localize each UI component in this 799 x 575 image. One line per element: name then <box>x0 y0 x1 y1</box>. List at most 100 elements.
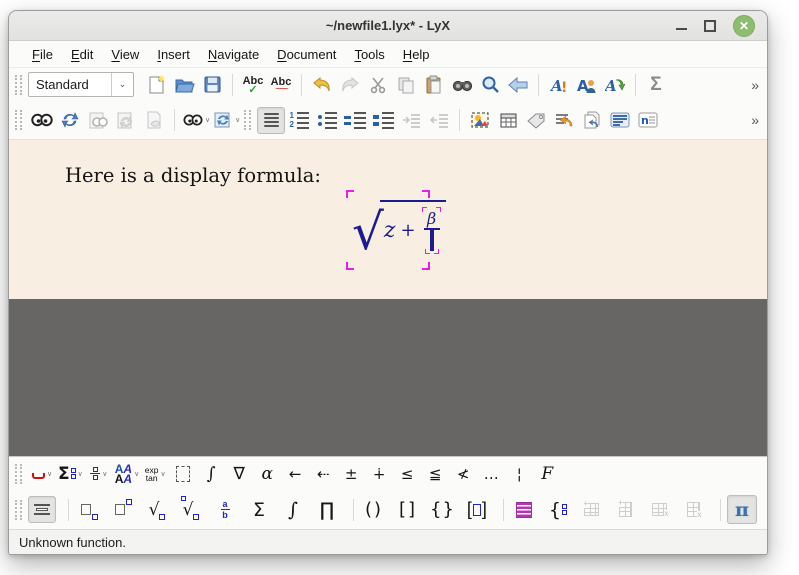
delete-row-button[interactable]: x <box>646 496 674 523</box>
insert-nabla-button[interactable]: ∇ <box>225 460 253 487</box>
spellcheck-button[interactable]: Abc ✓ <box>239 71 267 98</box>
insert-nomenclature-button[interactable]: n <box>634 107 662 134</box>
view-button[interactable] <box>28 107 56 134</box>
insert-ldots-button[interactable]: … <box>477 460 505 487</box>
navigate-back-button[interactable] <box>504 71 532 98</box>
insert-citation-button[interactable] <box>578 107 606 134</box>
insert-delimiters-button[interactable]: [] <box>463 496 491 523</box>
toolbar-grip[interactable] <box>15 464 22 484</box>
close-button[interactable]: ✕ <box>733 15 755 37</box>
insert-graphics-button[interactable] <box>466 107 494 134</box>
minimize-button[interactable] <box>676 28 687 30</box>
layout-standard-button[interactable] <box>257 107 285 134</box>
insert-int-button[interactable]: ∫ <box>279 496 307 523</box>
open-document-button[interactable] <box>170 71 198 98</box>
insert-plusminus-button[interactable]: ± <box>337 460 365 487</box>
undo-button[interactable] <box>308 71 336 98</box>
menu-view[interactable]: View <box>102 44 148 65</box>
fraction-numerator[interactable]: β <box>424 209 439 227</box>
insert-index-entry-button[interactable] <box>606 107 634 134</box>
maximize-button[interactable] <box>704 20 716 32</box>
menu-help[interactable]: Help <box>394 44 439 65</box>
toolbar-grip[interactable] <box>15 75 22 95</box>
find-replace-button[interactable] <box>476 71 504 98</box>
subscript-button[interactable] <box>75 496 103 523</box>
insert-notless-button[interactable]: ≮ <box>449 460 477 487</box>
document-canvas[interactable]: Here is a display formula: √ z + β <box>9 139 767 299</box>
insert-leftarrow-button[interactable]: ← <box>281 460 309 487</box>
save-document-button[interactable] <box>198 71 226 98</box>
insert-leq-button[interactable]: ≤ <box>393 460 421 487</box>
menu-document[interactable]: Document <box>268 44 345 65</box>
combo-chevron-icon[interactable]: ⌄ <box>111 73 133 96</box>
insert-parens-button[interactable]: () <box>360 496 388 523</box>
update-master-button[interactable] <box>112 107 140 134</box>
insert-braces-button[interactable]: {} <box>428 496 457 523</box>
copy-button[interactable] <box>392 71 420 98</box>
document-void-area[interactable] <box>9 299 767 456</box>
add-row-button[interactable]: + <box>578 496 606 523</box>
menu-edit[interactable]: Edit <box>62 44 102 65</box>
toolbar-overflow-button[interactable]: » <box>747 112 763 128</box>
insert-sum-button[interactable]: Σ <box>245 496 273 523</box>
math-fraction[interactable]: β <box>421 207 443 254</box>
fraction-styles-dropdown[interactable]: ∨ <box>85 460 113 487</box>
update-button[interactable] <box>56 107 84 134</box>
insert-mathcal-f-button[interactable]: F <box>533 460 561 487</box>
insert-mbox-button[interactable] <box>169 460 197 487</box>
insert-cross-reference-button[interactable] <box>550 107 578 134</box>
toolbar-grip[interactable] <box>15 500 22 520</box>
menu-insert[interactable]: Insert <box>148 44 199 65</box>
insert-matrix-button[interactable] <box>510 496 538 523</box>
numbered-list-button[interactable]: 12 <box>285 107 313 134</box>
description-list-button[interactable] <box>341 107 369 134</box>
toolbar-grip[interactable] <box>15 110 22 130</box>
decrease-depth-button[interactable] <box>425 107 453 134</box>
increase-depth-button[interactable] <box>397 107 425 134</box>
math-panel-toggle[interactable]: π <box>727 495 757 524</box>
find-button[interactable] <box>448 71 476 98</box>
cut-button[interactable] <box>364 71 392 98</box>
apply-last-style-button[interactable]: A <box>601 71 629 98</box>
insert-prod-button[interactable]: ∏ <box>313 496 341 523</box>
redo-button[interactable] <box>336 71 364 98</box>
view-other-button[interactable] <box>140 107 168 134</box>
toolbar-grip[interactable] <box>244 110 251 130</box>
insert-space-dropdown[interactable]: ∨ <box>28 460 56 487</box>
delete-column-button[interactable]: x <box>680 496 708 523</box>
insert-brackets-button[interactable]: [] <box>394 496 422 523</box>
insert-alpha-button[interactable]: α <box>253 460 281 487</box>
menu-navigate[interactable]: Navigate <box>199 44 268 65</box>
emphasis-button[interactable]: A! <box>545 71 573 98</box>
insert-math-button[interactable]: Σ <box>642 71 670 98</box>
insert-sqrt-button[interactable]: √ <box>143 496 171 523</box>
bullet-list-button[interactable] <box>313 107 341 134</box>
display-style-toggle[interactable] <box>28 496 56 523</box>
insert-cases-button[interactable]: { <box>544 496 572 523</box>
insert-root-button[interactable]: √ <box>177 496 205 523</box>
insert-fraction-button[interactable]: ab <box>211 496 239 523</box>
view-master-button[interactable] <box>84 107 112 134</box>
empty-placeholder-box[interactable] <box>430 230 434 251</box>
labeling-list-button[interactable] <box>369 107 397 134</box>
update-other-formats-dropdown[interactable]: ∨ <box>212 107 242 134</box>
noun-style-button[interactable]: A <box>573 71 601 98</box>
add-column-button[interactable]: + <box>612 496 640 523</box>
insert-vdots-button[interactable]: ¦ <box>505 460 533 487</box>
toolbar-overflow-button[interactable]: » <box>747 77 763 93</box>
math-functions-dropdown[interactable]: exptan ∨ <box>141 460 169 487</box>
insert-integral-button[interactable]: ∫ <box>197 460 225 487</box>
insert-leqq-button[interactable]: ≦ <box>421 460 449 487</box>
paragraph-text[interactable]: Here is a display formula: <box>65 164 321 187</box>
continuous-spellcheck-button[interactable]: Abc ~~~ <box>267 71 295 98</box>
insert-label-button[interactable] <box>522 107 550 134</box>
insert-table-button[interactable] <box>494 107 522 134</box>
new-document-button[interactable] <box>142 71 170 98</box>
view-other-formats-dropdown[interactable]: ∨ <box>181 107 212 134</box>
paste-button[interactable] <box>420 71 448 98</box>
menu-file[interactable]: File <box>23 44 62 65</box>
insert-dotplus-button[interactable]: ∔ <box>365 460 393 487</box>
insert-dashed-leftarrow-button[interactable]: ⇠ <box>309 460 337 487</box>
paragraph-style-combo[interactable]: Standard ⌄ <box>28 72 134 97</box>
titlebar[interactable]: ~/newfile1.lyx* - LyX ✕ <box>9 11 767 41</box>
